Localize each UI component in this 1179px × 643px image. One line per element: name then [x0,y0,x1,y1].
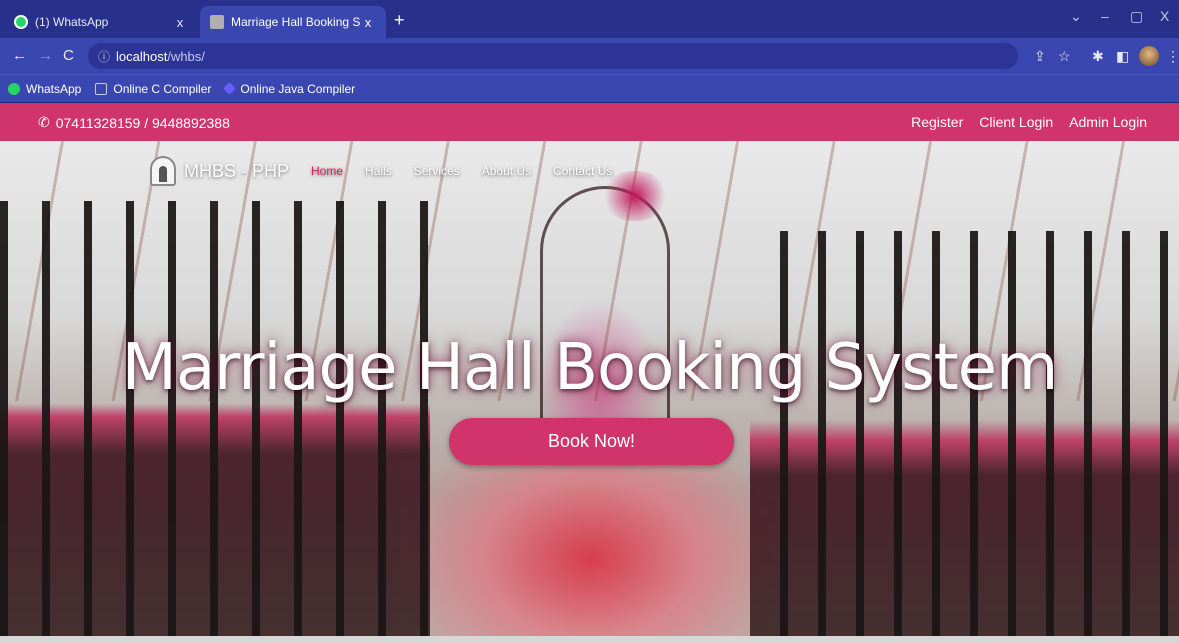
bookmark-star-icon[interactable]: ☆ [1058,48,1071,65]
hero-background-chairs-right [750,231,1179,643]
nav-halls[interactable]: Halls [365,164,392,178]
register-link[interactable]: Register [911,114,963,130]
bookmark-label: WhatsApp [26,81,82,96]
whatsapp-icon [8,82,20,95]
reload-icon[interactable]: C [63,47,74,64]
hero-banner: MHBS - PHP Home Halls Services About Us … [0,141,1179,643]
nav-services[interactable]: Services [414,164,460,178]
compiler-icon [95,82,108,95]
phone-icon: ✆ [38,114,50,130]
site-contact-bar: ✆ 07411328159 / 9448892388 Register Clie… [0,103,1179,141]
hero-background-chairs-left [0,201,430,643]
profile-avatar[interactable] [1139,46,1159,66]
bookmark-label: Online Java Compiler [240,81,356,96]
book-now-button[interactable]: Book Now! [449,418,734,465]
new-tab-button[interactable]: + [394,10,405,31]
tab-search-icon[interactable]: ⌄ [1070,8,1082,25]
site-favicon-icon [210,15,224,29]
whatsapp-icon [14,15,28,29]
page-bottom-edge [0,636,1179,643]
close-window-button[interactable]: X [1160,8,1169,24]
admin-login-link[interactable]: Admin Login [1069,114,1147,130]
browser-toolbar: ← → C ⓘ localhost/whbs/ ⇪ ☆ ✱ ◧ ⋮ [0,38,1179,74]
close-tab-icon[interactable]: x [360,15,376,30]
tab-title: Marriage Hall Booking System [231,15,360,29]
back-arrow-icon[interactable]: ← [12,47,27,64]
close-tab-icon[interactable]: x [172,15,188,30]
minimize-button[interactable]: – [1101,8,1109,24]
hall-logo-icon[interactable] [150,156,176,186]
extensions-puzzle-icon[interactable]: ✱ [1092,48,1104,65]
menu-kebab-icon[interactable]: ⋮ [1166,48,1179,65]
hero-title: Marriage Hall Booking System [121,331,1059,405]
bookmark-label: Online C Compiler [113,81,212,96]
bookmark-online-c-compiler[interactable]: Online C Compiler [95,82,211,96]
java-compiler-icon [223,82,237,95]
site-navbar: MHBS - PHP Home Halls Services About Us … [150,156,634,186]
account-links: Register Client Login Admin Login [895,114,1147,130]
site-info-icon[interactable]: ⓘ [98,48,110,65]
phone-numbers: 07411328159 / 9448892388 [55,114,230,131]
client-login-link[interactable]: Client Login [979,114,1053,130]
forward-arrow-icon[interactable]: → [38,47,53,64]
side-panel-icon[interactable]: ◧ [1116,48,1129,65]
share-icon[interactable]: ⇪ [1034,48,1046,65]
nav-contact-us[interactable]: Contact Us [553,164,612,178]
restore-button[interactable]: ▢ [1130,8,1143,25]
url-path: /whbs/ [167,48,205,64]
bookmark-online-java-compiler[interactable]: Online Java Compiler [223,81,356,96]
nav-home[interactable]: Home [311,164,343,178]
bookmarks-bar: WhatsApp Online C Compiler Online Java C… [0,74,1179,102]
browser-tab-strip: (1) WhatsApp x Marriage Hall Booking Sys… [0,0,1179,38]
site-brand[interactable]: MHBS - PHP [184,161,289,182]
bookmark-whatsapp[interactable]: WhatsApp [8,82,81,96]
tab-marriage-hall[interactable]: Marriage Hall Booking System x [200,6,386,38]
url-host: localhost [116,48,168,64]
tab-title: (1) WhatsApp [35,15,109,29]
phone-contact: ✆ 07411328159 / 9448892388 [38,114,230,131]
address-bar[interactable]: ⓘ localhost/whbs/ [88,43,1018,69]
nav-about-us[interactable]: About Us [482,164,531,178]
tab-whatsapp[interactable]: (1) WhatsApp x [4,6,198,38]
